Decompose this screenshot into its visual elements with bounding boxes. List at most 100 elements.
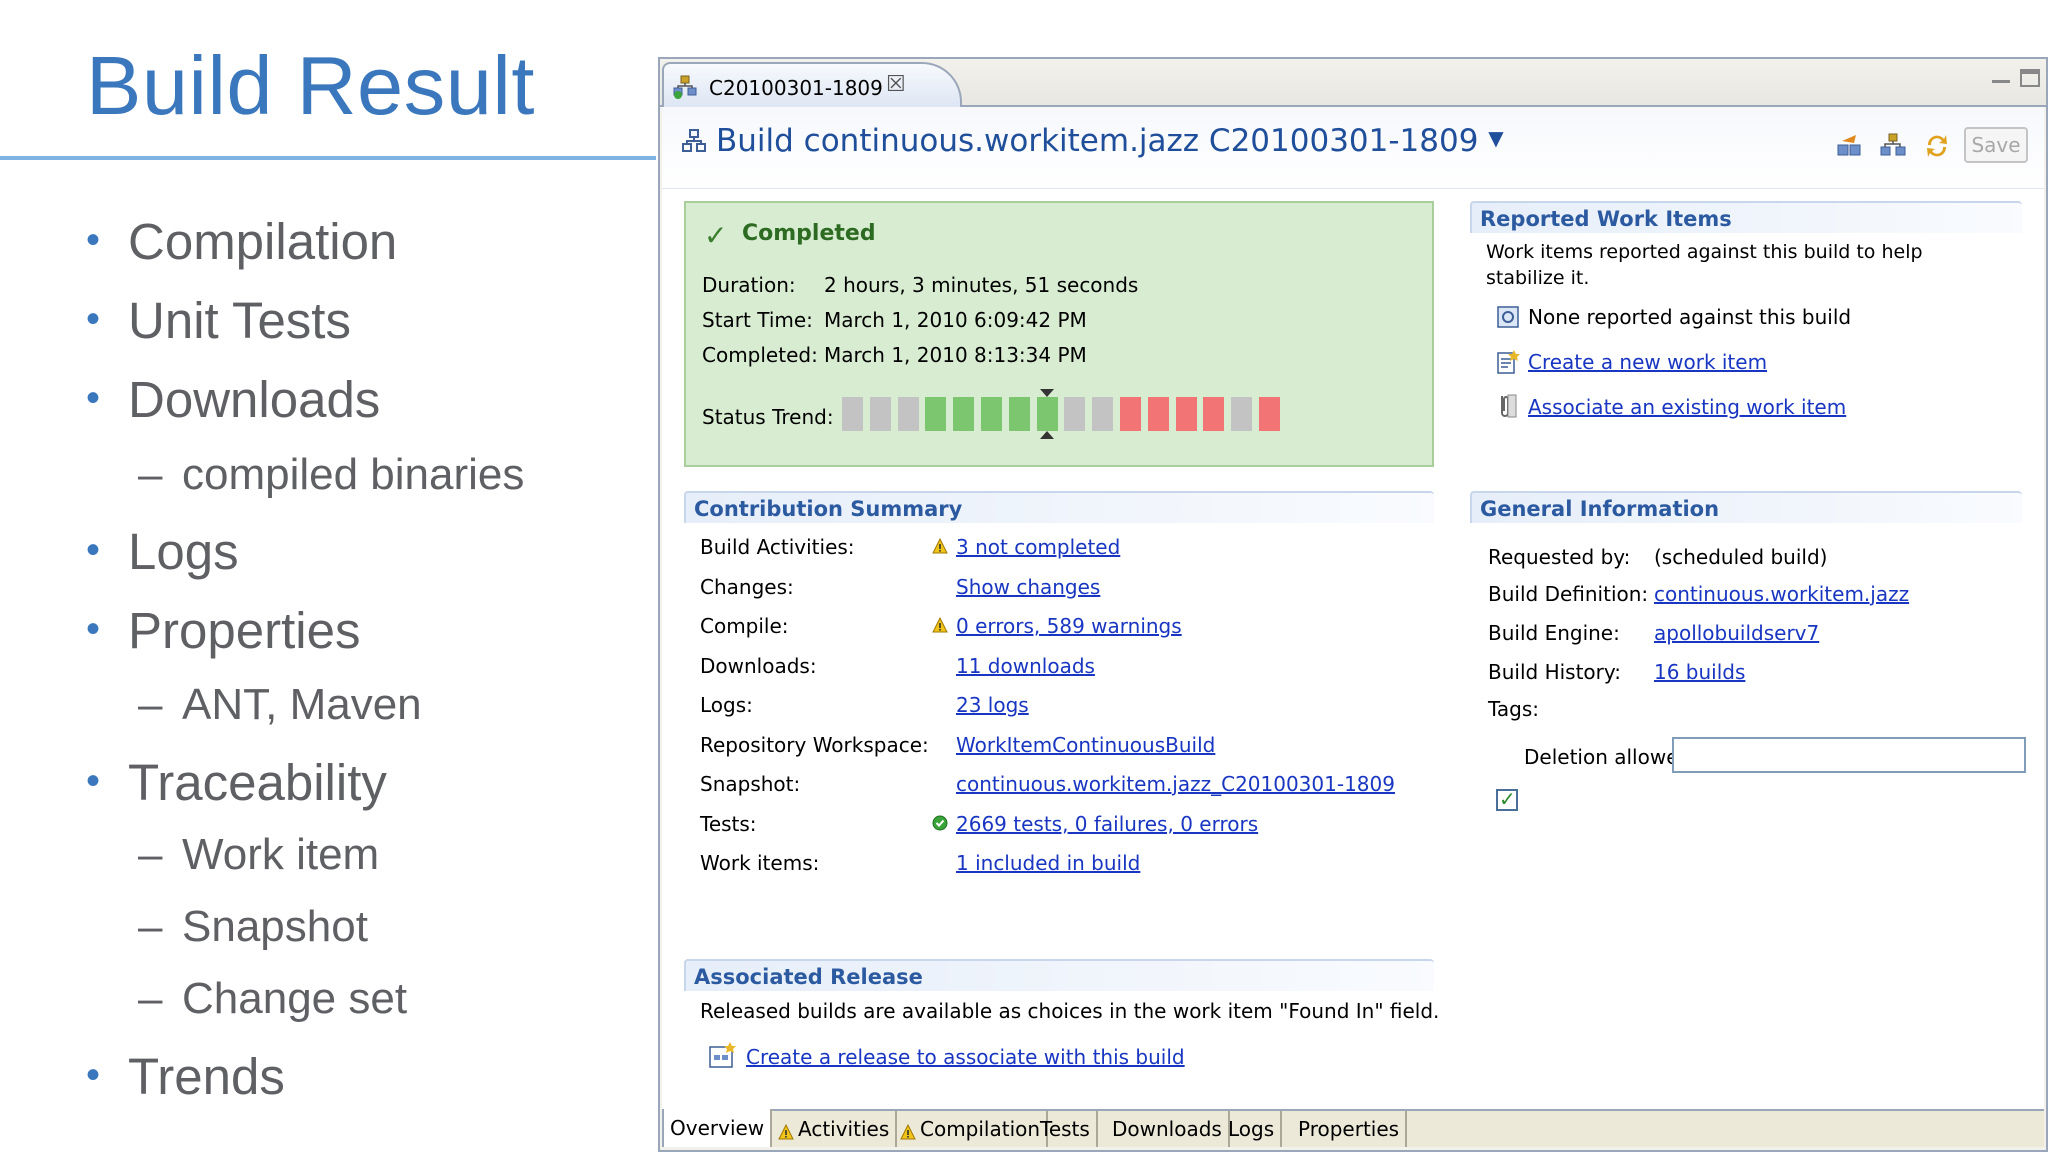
contribution-link[interactable]: Show changes (956, 575, 1100, 599)
reported-work-items-heading: Reported Work Items (1480, 207, 1732, 231)
section-header[interactable]: Contribution Summary (684, 491, 1434, 523)
tab-label: Properties (1298, 1117, 1400, 1141)
editor-body: Build continuous.workitem.jazz C20100301… (662, 107, 2044, 1109)
editor-tab-bar: C20100301-1809 ☒ (660, 59, 2046, 107)
start-time-label: Start Time: (702, 308, 813, 332)
form-header: Build continuous.workitem.jazz C20100301… (662, 107, 2044, 189)
release-build-icon[interactable] (1834, 131, 1864, 161)
bullet-text: ANT, Maven (182, 680, 422, 729)
general-information-heading: General Information (1480, 497, 1720, 521)
create-work-item-link[interactable]: Create a new work item (1528, 350, 1767, 374)
trend-cell-red[interactable] (1203, 397, 1225, 431)
tab-logs[interactable]: Logs (1222, 1111, 1283, 1147)
maximize-icon[interactable] (2020, 69, 2040, 87)
bullet-item: • Trends (86, 1047, 285, 1106)
deletion-allowed-label: Deletion allowed (1524, 745, 1692, 769)
tags-input[interactable] (1672, 737, 2026, 773)
associate-work-item-link[interactable]: Associate an existing work item (1528, 395, 1846, 419)
tab-overview[interactable]: Overview (662, 1109, 773, 1147)
contribution-link[interactable]: WorkItemContinuousBuild (956, 733, 1215, 757)
trend-cell-red[interactable] (1175, 397, 1197, 431)
tab-label: Logs (1228, 1117, 1275, 1141)
sub-bullet-item: – Work item (138, 830, 379, 880)
contribution-label: Tests: (700, 811, 757, 836)
completed-value: March 1, 2010 8:13:34 PM (824, 343, 1087, 367)
dash-glyph: – (138, 680, 163, 729)
build-status-panel: ✓ Completed Duration: 2 hours, 3 minutes… (684, 201, 1434, 467)
none-reported-text: None reported against this build (1528, 305, 1852, 329)
bullet-text: compiled binaries (182, 450, 525, 499)
trend-cell-green[interactable] (953, 397, 975, 431)
bullet-text: Logs (128, 523, 239, 580)
tab-tests[interactable]: Tests (1034, 1111, 1098, 1147)
trend-cell-gray[interactable] (897, 397, 919, 431)
trend-cell-red[interactable] (1120, 397, 1141, 431)
contribution-link[interactable]: 0 errors, 589 warnings (956, 614, 1182, 638)
build-title[interactable]: Build continuous.workitem.jazz C20100301… (716, 123, 1504, 159)
minimize-icon[interactable] (1992, 69, 2010, 83)
requested-by-value: (scheduled build) (1654, 545, 1828, 569)
release-description: Released builds are available as choices… (700, 999, 1440, 1023)
chevron-down-icon[interactable]: ▼ (1488, 126, 1503, 150)
tab-compilation[interactable]: Compilation (894, 1111, 1049, 1147)
work-item-icon (1497, 306, 1519, 328)
build-engine-link[interactable]: apollobuildserv7 (1654, 621, 1819, 645)
sub-bullet-item: – Snapshot (138, 902, 368, 952)
trend-cell-green[interactable] (925, 397, 947, 431)
bullet-item: • Downloads (86, 370, 380, 429)
bullet-item: • Traceability (86, 753, 387, 812)
build-definition-link[interactable]: continuous.workitem.jazz (1654, 582, 1909, 606)
trend-cell-gray[interactable] (1231, 397, 1253, 431)
contribution-link[interactable]: 2669 tests, 0 failures, 0 errors (956, 812, 1258, 836)
warning-icon (778, 1121, 794, 1140)
bullet-glyph: • (86, 759, 101, 803)
tab-activities[interactable]: Activities (772, 1111, 898, 1147)
trend-cell-gray[interactable] (869, 397, 891, 431)
request-build-icon[interactable] (1878, 131, 1908, 161)
contribution-summary-section: Contribution Summary Build Activities: 3 … (684, 491, 1434, 901)
dash-glyph: – (138, 830, 163, 879)
contribution-link[interactable]: continuous.workitem.jazz_C20100301-1809 (956, 772, 1395, 796)
bullet-glyph: • (86, 1053, 101, 1097)
reported-description: Work items reported against this build t… (1486, 241, 1923, 289)
trend-cell-red[interactable] (1147, 397, 1169, 431)
tab-properties[interactable]: Properties (1292, 1111, 1408, 1147)
section-header[interactable]: Associated Release (684, 959, 1434, 991)
contribution-link[interactable]: 1 included in build (956, 851, 1140, 875)
sub-bullet-item: – ANT, Maven (138, 680, 422, 730)
trend-cell-green[interactable] (981, 397, 1002, 431)
close-icon[interactable]: ☒ (886, 72, 906, 97)
deletion-allowed-checkbox[interactable] (1496, 787, 1518, 811)
trend-current-marker-top (1040, 389, 1055, 397)
build-state: Completed (742, 221, 876, 246)
tab-label: Activities (798, 1117, 890, 1141)
create-release-link[interactable]: Create a release to associate with this … (746, 1045, 1185, 1069)
trend-cell-green[interactable] (1008, 397, 1030, 431)
contribution-label: Build Activities: (700, 535, 855, 559)
refresh-icon[interactable] (1922, 131, 1952, 161)
contribution-link[interactable]: 23 logs (956, 693, 1029, 717)
save-button[interactable]: Save (1964, 127, 2028, 163)
duration-label: Duration: (702, 273, 796, 297)
tab-downloads[interactable]: Downloads (1106, 1111, 1230, 1147)
trend-cell-green[interactable] (1036, 397, 1058, 431)
trend-current-marker-bottom (1040, 431, 1055, 439)
trend-cell-red[interactable] (1259, 397, 1280, 431)
trend-cell-gray[interactable] (1064, 397, 1086, 431)
bullet-glyph: • (86, 528, 101, 572)
contribution-link[interactable]: 3 not completed (956, 535, 1120, 559)
bullet-text: Work item (182, 830, 380, 879)
editor-tab[interactable]: C20100301-1809 ☒ (662, 62, 962, 107)
completed-label: Completed: (702, 343, 818, 367)
section-header[interactable]: General Information (1470, 491, 2022, 523)
build-history-link[interactable]: 16 builds (1654, 660, 1745, 684)
section-header[interactable]: Reported Work Items (1470, 201, 2022, 233)
trend-cell-gray[interactable] (842, 397, 863, 431)
warning-icon (932, 616, 948, 633)
contribution-link[interactable]: 11 downloads (956, 654, 1095, 678)
tab-label: Downloads (1112, 1117, 1222, 1141)
requested-by-label: Requested by: (1488, 545, 1631, 569)
trend-cell-gray[interactable] (1092, 397, 1114, 431)
bullet-text: Downloads (128, 371, 381, 428)
bullet-item: • Unit Tests (86, 291, 351, 350)
